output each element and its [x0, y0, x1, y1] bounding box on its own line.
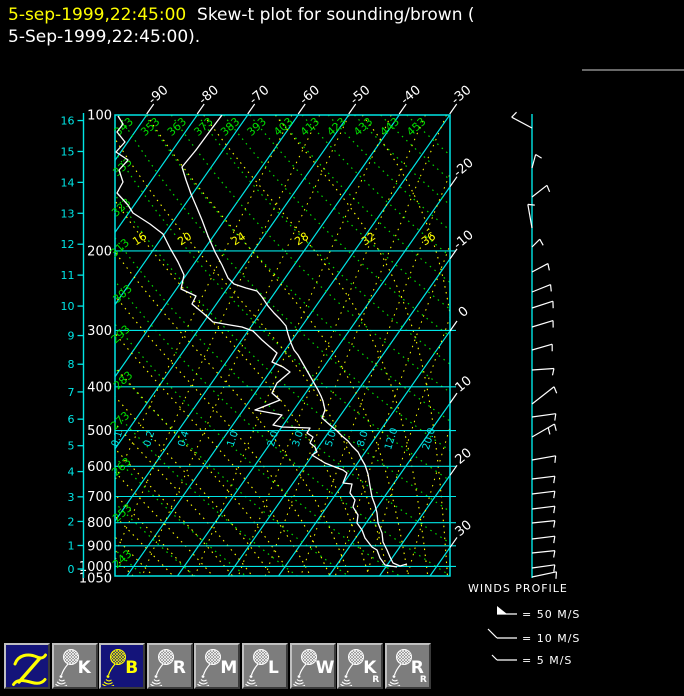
- svg-text:0: 0: [456, 304, 472, 321]
- svg-text:6: 6: [68, 413, 75, 426]
- toolbar-button-m[interactable]: M: [194, 643, 240, 689]
- svg-text:243: 243: [110, 547, 134, 571]
- svg-text:36: 36: [419, 230, 438, 249]
- toolbar-button-k[interactable]: K: [52, 643, 98, 689]
- toolbar: K B R M: [4, 643, 436, 690]
- toolbar-button-rr[interactable]: RR: [385, 643, 431, 689]
- moist-adiabat-labels: 162024283236: [130, 230, 438, 249]
- svg-text:16: 16: [130, 230, 149, 249]
- isotherms: [0, 115, 684, 576]
- svg-text:5: 5: [68, 440, 75, 453]
- svg-text:15: 15: [61, 145, 75, 158]
- svg-text:= 50 M/S: = 50 M/S: [522, 608, 580, 621]
- svg-text:500: 500: [87, 424, 112, 439]
- svg-text:263: 263: [109, 455, 133, 479]
- svg-text:-40: -40: [398, 83, 424, 108]
- svg-text:0.4: 0.4: [177, 430, 192, 448]
- svg-text:20: 20: [175, 230, 194, 249]
- svg-text:333: 333: [110, 155, 134, 179]
- isotherm-right-labels: -20 -10 0 10 20 30: [450, 155, 477, 547]
- svg-text:100: 100: [87, 109, 112, 124]
- toolbar-button-label: L: [268, 658, 279, 678]
- height-axis: 012345678910111213141516: [61, 113, 84, 578]
- toolbar-button-label: B: [125, 658, 138, 678]
- svg-text:1: 1: [68, 539, 75, 552]
- svg-text:20: 20: [453, 446, 475, 468]
- svg-text:10: 10: [453, 373, 475, 395]
- svg-text:0.1: 0.1: [110, 430, 125, 448]
- toolbar-button-sublabel: R: [372, 675, 379, 685]
- svg-text:433: 433: [351, 115, 375, 139]
- svg-text:7: 7: [68, 386, 75, 399]
- svg-text:10: 10: [61, 300, 75, 313]
- toolbar-button-z[interactable]: [4, 643, 50, 689]
- svg-text:32: 32: [359, 230, 378, 249]
- svg-text:-10: -10: [451, 228, 477, 253]
- svg-text:403: 403: [271, 115, 295, 139]
- svg-text:453: 453: [404, 115, 428, 139]
- svg-text:253: 253: [110, 501, 134, 525]
- z-logo-icon: [7, 648, 53, 690]
- svg-text:5.0: 5.0: [324, 430, 339, 448]
- toolbar-button-label: M: [220, 658, 237, 678]
- svg-text:-60: -60: [297, 83, 323, 108]
- wind-profile: [512, 112, 557, 579]
- dewpoint-trace: [116, 116, 397, 567]
- svg-text:383: 383: [218, 115, 242, 139]
- svg-text:9: 9: [68, 330, 75, 343]
- svg-text:11: 11: [61, 269, 75, 282]
- winds-legend-title: WINDS PROFILE: [468, 582, 568, 595]
- toolbar-button-label: R: [173, 658, 186, 678]
- svg-text:30: 30: [453, 518, 475, 540]
- toolbar-button-l[interactable]: L: [242, 643, 288, 689]
- svg-text:8: 8: [68, 358, 75, 371]
- svg-text:800: 800: [87, 516, 112, 531]
- toolbar-button-w[interactable]: W: [290, 643, 336, 689]
- field-lines: [0, 115, 684, 576]
- svg-text:12: 12: [61, 238, 75, 251]
- toolbar-button-label: K: [78, 658, 91, 678]
- svg-text:-50: -50: [347, 83, 373, 108]
- toolbar-button-label: W: [316, 658, 335, 678]
- svg-text:423: 423: [324, 115, 348, 139]
- svg-text:3.0: 3.0: [291, 430, 306, 448]
- svg-text:443: 443: [378, 115, 402, 139]
- winds-legend: WINDS PROFILE = 50 M/S = 10 M/S = 5 M/S: [468, 582, 580, 667]
- svg-text:= 5 M/S: = 5 M/S: [522, 654, 572, 667]
- svg-text:8.0: 8.0: [356, 430, 371, 448]
- toolbar-button-r[interactable]: R: [147, 643, 193, 689]
- svg-text:303: 303: [110, 282, 134, 306]
- svg-text:413: 413: [298, 115, 322, 139]
- svg-text:13: 13: [61, 207, 75, 220]
- svg-text:393: 393: [245, 115, 269, 139]
- svg-text:24: 24: [229, 230, 248, 249]
- skew-t-chart: 1002003004005006007008009001000105001234…: [0, 0, 684, 696]
- svg-text:-70: -70: [246, 83, 272, 108]
- plot-border: [115, 115, 450, 576]
- toolbar-button-b[interactable]: B: [99, 643, 145, 689]
- svg-text:0.2: 0.2: [142, 430, 157, 448]
- svg-text:-30: -30: [448, 83, 474, 108]
- svg-text:700: 700: [87, 490, 112, 505]
- toolbar-button-kr[interactable]: KR: [337, 643, 383, 689]
- svg-text:900: 900: [87, 539, 112, 554]
- svg-text:-90: -90: [145, 83, 171, 108]
- svg-text:-80: -80: [196, 83, 222, 108]
- toolbar-button-sublabel: R: [420, 675, 427, 685]
- svg-text:3: 3: [68, 491, 75, 504]
- svg-text:2: 2: [68, 515, 75, 528]
- svg-text:4: 4: [68, 466, 75, 479]
- isotherm-top-labels: -90 -80 -70 -60 -50 -40 -30: [145, 83, 474, 114]
- mixing-ratio-lines: [71, 115, 556, 576]
- svg-text:16: 16: [61, 115, 75, 128]
- svg-text:14: 14: [61, 176, 75, 189]
- svg-text:0: 0: [68, 563, 75, 576]
- dry-adiabats: [0, 115, 684, 576]
- svg-text:400: 400: [87, 380, 112, 395]
- svg-text:= 10 M/S: = 10 M/S: [522, 632, 580, 645]
- svg-text:293: 293: [109, 323, 133, 347]
- svg-text:600: 600: [87, 460, 112, 475]
- svg-text:-20: -20: [451, 155, 477, 180]
